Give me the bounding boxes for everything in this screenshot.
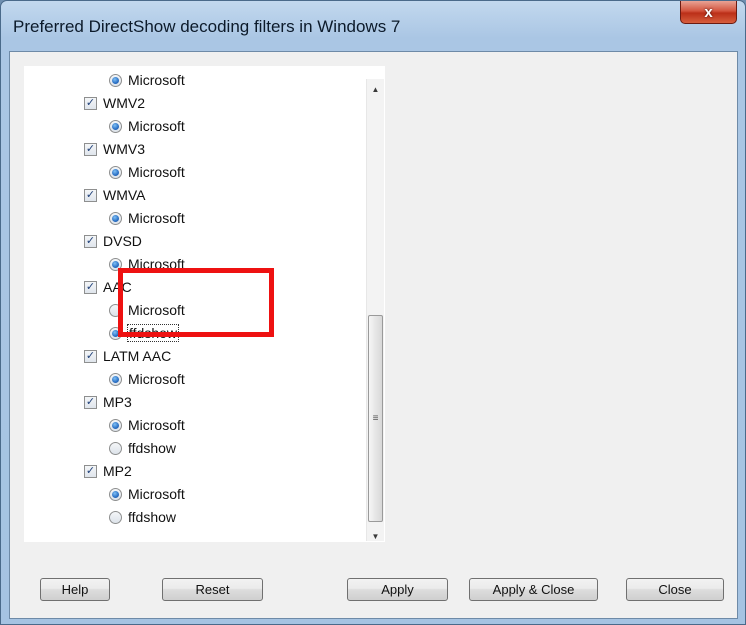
- window-close-button[interactable]: x: [680, 1, 737, 24]
- dialog-client-area: Microsoft ✓ WMV2 Microsoft ✓ WMV3 Microsoft ✓ WM…: [9, 51, 738, 619]
- format-checkbox[interactable]: ✓: [84, 349, 97, 363]
- close-button[interactable]: Close: [626, 578, 724, 601]
- decoder-radio-button[interactable]: [109, 418, 122, 432]
- format-label: MP3: [103, 394, 132, 410]
- decoder-label: Microsoft: [128, 371, 185, 387]
- format-checkbox[interactable]: ✓: [84, 188, 97, 202]
- decoder-label: ffdshow: [128, 440, 176, 456]
- apply-button[interactable]: Apply: [347, 578, 448, 601]
- format-checkbox[interactable]: ✓: [84, 234, 97, 248]
- format-checkbox[interactable]: ✓: [84, 395, 97, 409]
- dialog-window: Preferred DirectShow decoding filters in…: [0, 0, 746, 625]
- decoder-radio-button[interactable]: [109, 73, 122, 87]
- decoder-radio-button[interactable]: [109, 487, 122, 501]
- format-label: LATM AAC: [103, 348, 172, 364]
- decoder-radio-button[interactable]: [109, 372, 122, 386]
- decoder-option-item[interactable]: Microsoft: [109, 483, 185, 505]
- decoder-radio-button[interactable]: [109, 119, 122, 133]
- decoder-radio-button[interactable]: [109, 211, 122, 225]
- decoder-radio-button[interactable]: [109, 165, 122, 179]
- format-label: WMVA: [103, 187, 146, 203]
- filter-format-item[interactable]: ✓ WMV3: [84, 138, 145, 160]
- filter-format-item[interactable]: ✓ WMVA: [84, 184, 146, 206]
- filter-format-item[interactable]: ✓ MP2: [84, 460, 132, 482]
- scroll-up-arrow[interactable]: ▲: [367, 81, 384, 98]
- format-label: MP2: [103, 463, 132, 479]
- decoder-option-item[interactable]: ffdshow: [109, 506, 176, 528]
- grip-icon: ≡: [372, 413, 379, 424]
- decoder-label: Microsoft: [128, 164, 185, 180]
- apply-close-button[interactable]: Apply & Close: [469, 578, 598, 601]
- format-label: WMV2: [103, 95, 145, 111]
- filter-format-item[interactable]: ✓ DVSD: [84, 230, 142, 252]
- format-label: WMV3: [103, 141, 145, 157]
- decoder-option-item[interactable]: Microsoft: [109, 207, 185, 229]
- format-checkbox[interactable]: ✓: [84, 280, 97, 294]
- decoder-label: Microsoft: [128, 210, 185, 226]
- title-bar[interactable]: Preferred DirectShow decoding filters in…: [1, 1, 745, 51]
- window-title: Preferred DirectShow decoding filters in…: [13, 17, 401, 36]
- filter-format-item[interactable]: ✓ LATM AAC: [84, 345, 171, 367]
- format-checkbox[interactable]: ✓: [84, 96, 97, 110]
- decoder-label: Microsoft: [128, 417, 185, 433]
- annotation-highlight-box: [118, 268, 274, 337]
- decoder-option-item[interactable]: Microsoft: [109, 414, 185, 436]
- decoder-label: Microsoft: [128, 72, 185, 88]
- help-button[interactable]: Help: [40, 578, 110, 601]
- filter-format-item[interactable]: ✓ MP3: [84, 391, 132, 413]
- scroll-down-icon: ▼: [371, 532, 380, 541]
- format-label: DVSD: [103, 233, 142, 249]
- decoder-radio-button[interactable]: [109, 510, 122, 524]
- decoder-option-item[interactable]: Microsoft: [109, 115, 185, 137]
- decoder-option-item[interactable]: Microsoft: [109, 161, 185, 183]
- close-icon: x: [704, 3, 713, 21]
- decoder-label: Microsoft: [128, 486, 185, 502]
- format-checkbox[interactable]: ✓: [84, 464, 97, 478]
- reset-button[interactable]: Reset: [162, 578, 263, 601]
- vertical-scrollbar[interactable]: ▲ ≡ ▼: [366, 79, 384, 541]
- scroll-thumb[interactable]: ≡: [368, 315, 383, 522]
- format-checkbox[interactable]: ✓: [84, 142, 97, 156]
- decoder-label: ffdshow: [128, 509, 176, 525]
- decoder-option-item[interactable]: Microsoft: [109, 69, 185, 91]
- decoder-option-item[interactable]: ffdshow: [109, 437, 176, 459]
- scroll-down-arrow[interactable]: ▼: [367, 528, 384, 542]
- filter-format-item[interactable]: ✓ WMV2: [84, 92, 145, 114]
- decoder-option-item[interactable]: Microsoft: [109, 368, 185, 390]
- scroll-up-icon: ▲: [371, 85, 380, 94]
- decoder-radio-button[interactable]: [109, 441, 122, 455]
- decoder-label: Microsoft: [128, 118, 185, 134]
